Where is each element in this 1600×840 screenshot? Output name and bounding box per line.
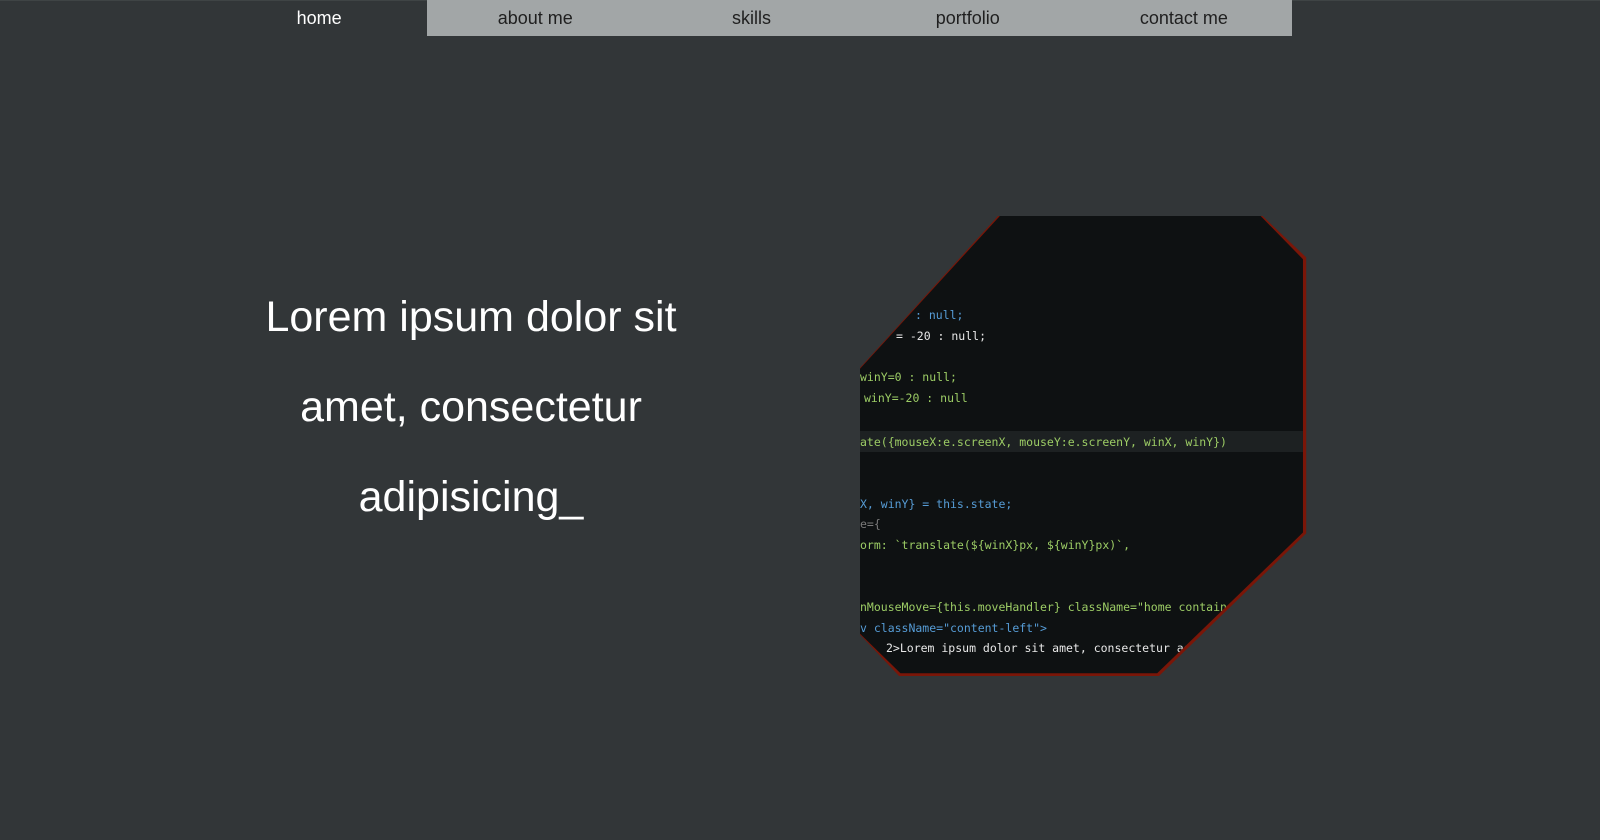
nav-portfolio[interactable]: portfolio bbox=[859, 0, 1076, 36]
nav-home[interactable]: home bbox=[211, 0, 427, 36]
hero-line-3: adipisicing_ bbox=[358, 473, 584, 521]
code-line: e={ bbox=[860, 517, 881, 531]
code-line: nMouseMove={this.moveHandler} className=… bbox=[860, 600, 1255, 614]
main-nav: home about me skills portfolio contact m… bbox=[211, 0, 1293, 36]
code-line: X, winY} = this.state; bbox=[860, 497, 1013, 511]
nav-about-me[interactable]: about me bbox=[427, 0, 644, 36]
code-line: winY=0 : null; bbox=[860, 370, 957, 384]
code-line: : null; bbox=[915, 308, 964, 322]
hero-line-2: amet, consectetur bbox=[300, 383, 642, 431]
code-line: = -20 : null; bbox=[896, 329, 987, 343]
code-line: v className="content-left"> bbox=[860, 621, 1047, 635]
code-image-content: : null; = -20 : null; winY=0 : null; win… bbox=[860, 216, 1303, 674]
hero-line-1: Lorem ipsum dolor sit bbox=[265, 293, 677, 341]
hero-heading: Lorem ipsum dolor sit amet, consectetur … bbox=[236, 272, 706, 542]
code-line: winY=-20 : null bbox=[864, 391, 968, 405]
code-line: 2>Lorem ipsum dolor sit amet, consectetu… bbox=[886, 641, 1205, 655]
code-line: ate({mouseX:e.screenX, mouseY:e.screenY,… bbox=[860, 435, 1227, 449]
code-screenshot-image: : null; = -20 : null; winY=0 : null; win… bbox=[860, 216, 1320, 676]
code-line: orm: `translate(${winX}px, ${winY}px)`, bbox=[860, 538, 1131, 552]
nav-skills[interactable]: skills bbox=[643, 0, 860, 36]
nav-contact-me[interactable]: contact me bbox=[1075, 0, 1293, 36]
